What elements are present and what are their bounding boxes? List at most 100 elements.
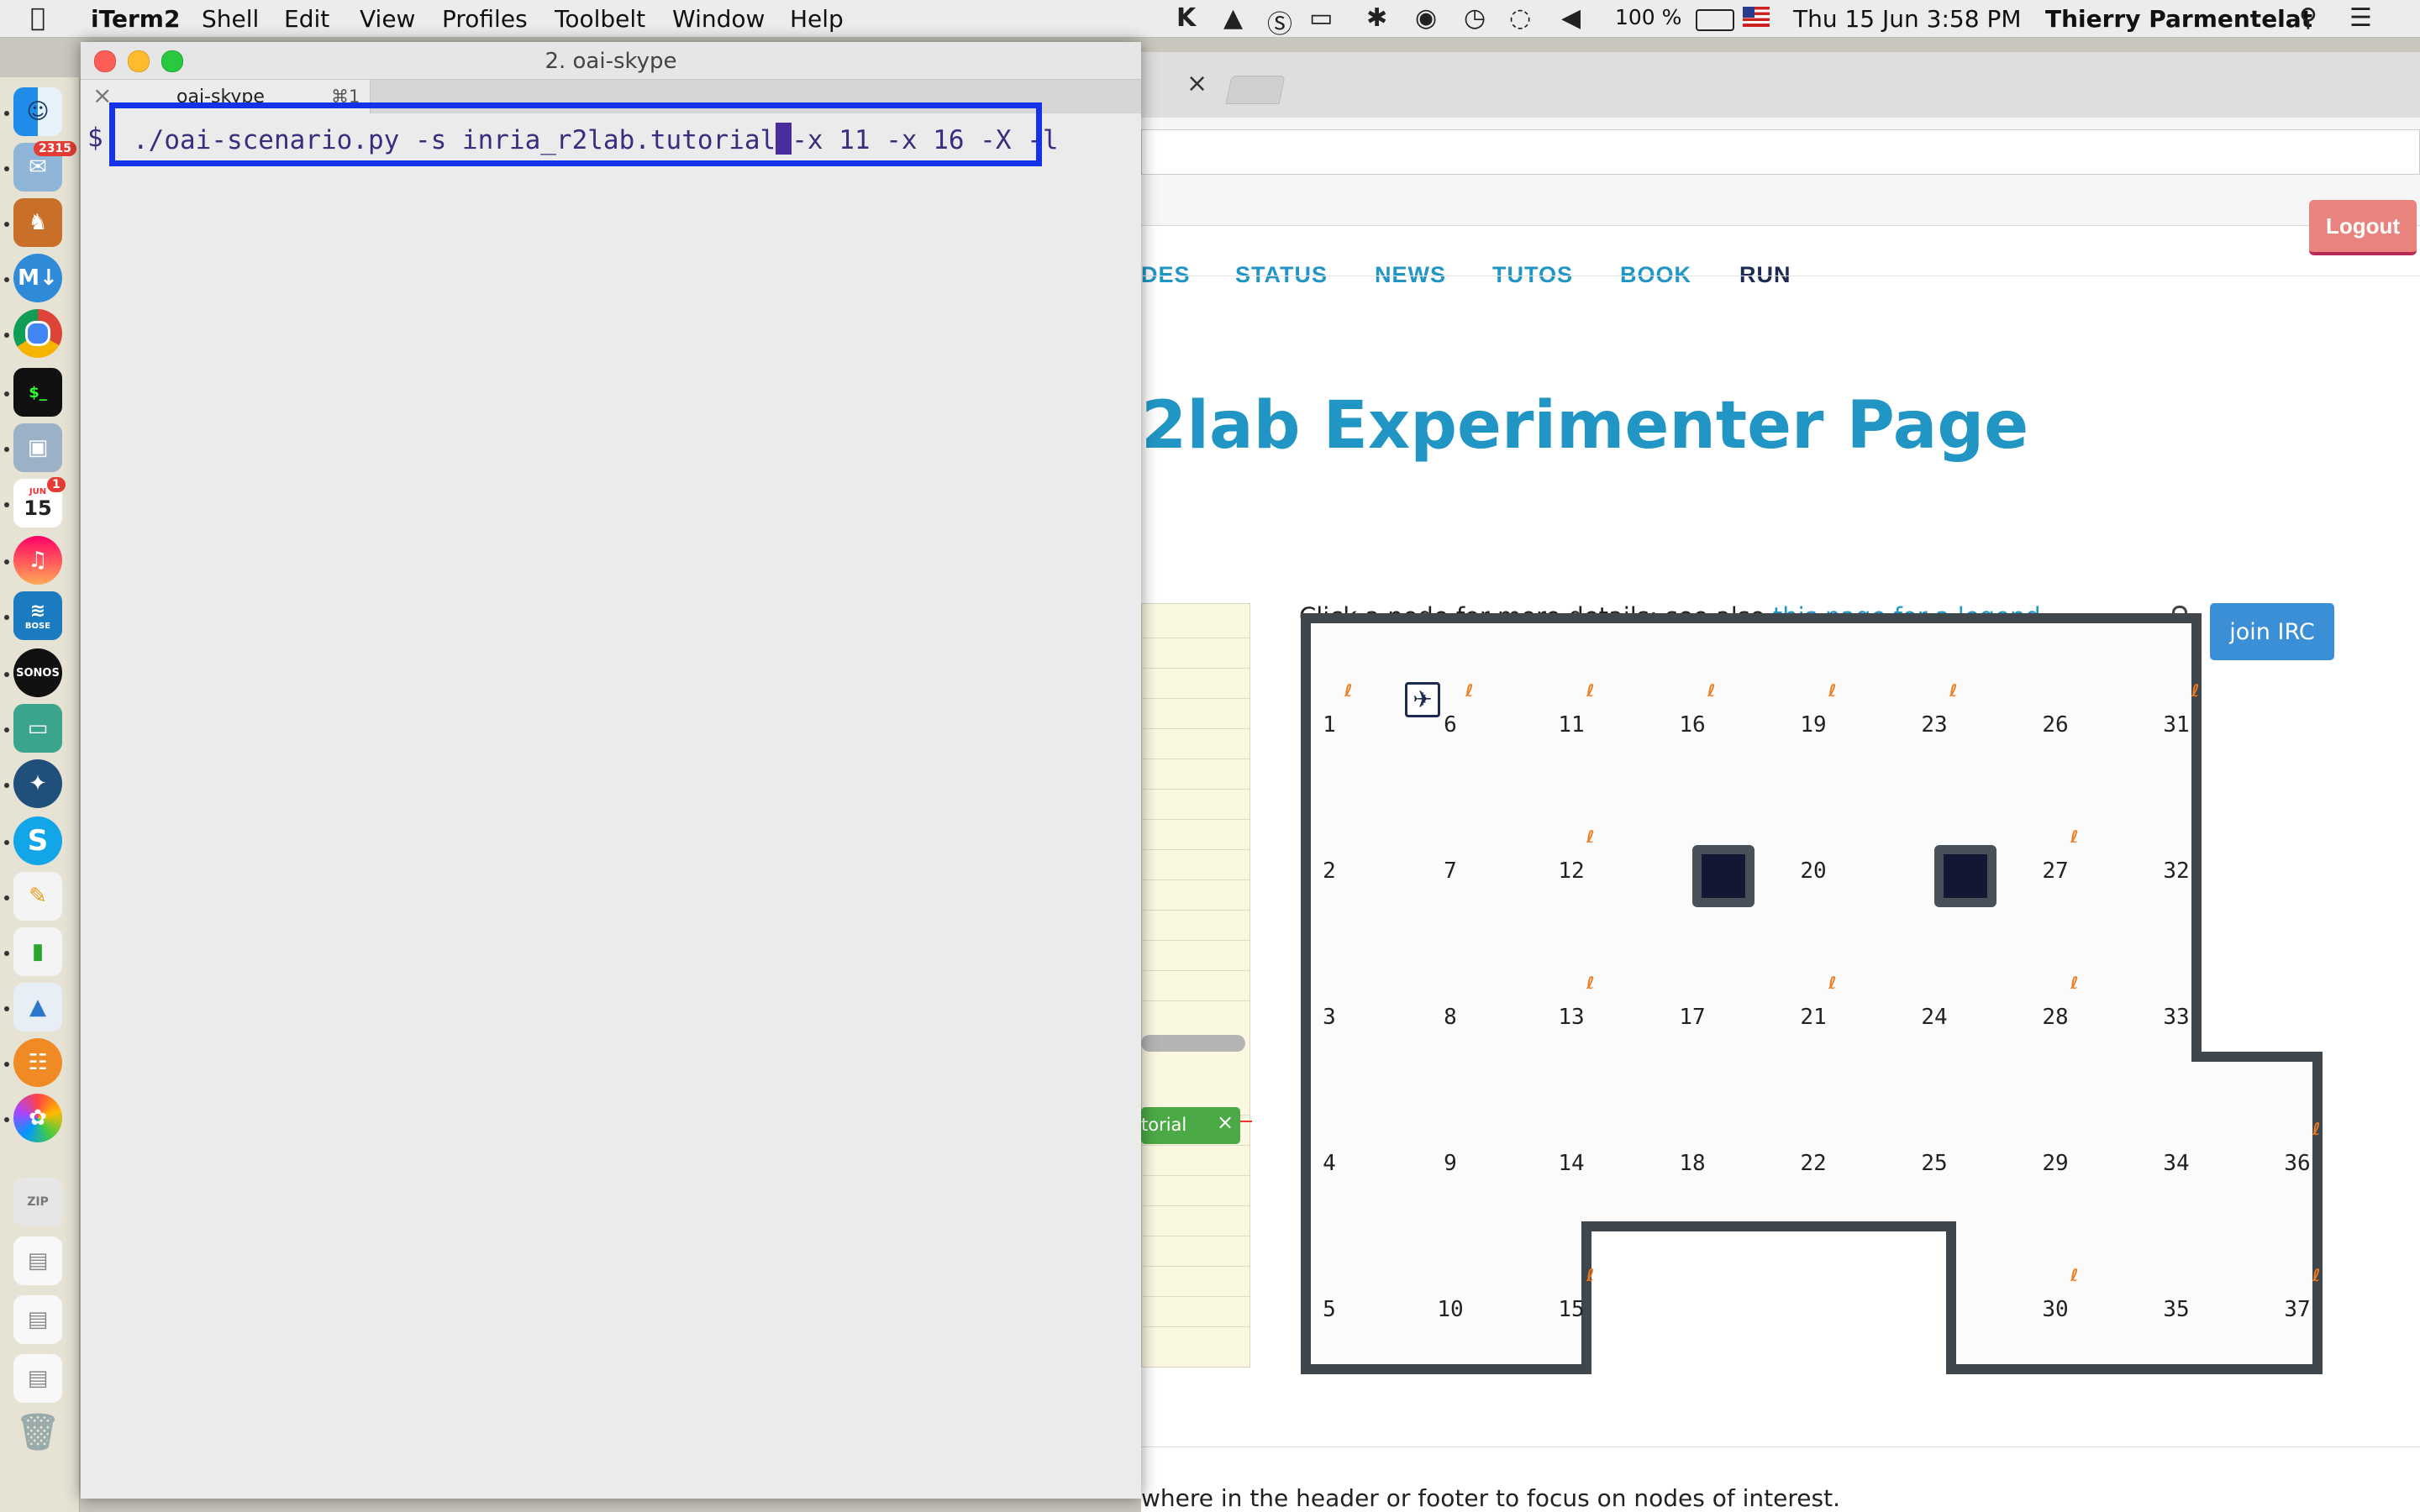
usrp-device-23[interactable] — [1934, 845, 1996, 907]
node-5[interactable]: 5 — [1304, 1297, 1355, 1322]
node-20[interactable]: 20 — [1788, 858, 1839, 884]
node-18[interactable]: 18 — [1667, 1151, 1718, 1176]
menu-edit[interactable]: Edit — [284, 5, 329, 33]
menu-profiles[interactable]: Profiles — [442, 5, 528, 33]
node-3[interactable]: 3 — [1304, 1005, 1355, 1030]
wifi-on-icon: ℓ — [1586, 680, 1595, 701]
new-tab-button[interactable] — [1225, 76, 1286, 104]
node-4[interactable]: 4 — [1304, 1151, 1355, 1176]
spotlight-search-icon[interactable]: ⚲ — [2299, 3, 2317, 33]
node-32[interactable]: 32 — [2151, 858, 2202, 884]
preview-icon[interactable]: ▣ — [13, 423, 62, 472]
finder-icon[interactable]: ☺ — [13, 87, 62, 136]
airplane-icon[interactable]: ✈ — [1405, 682, 1440, 717]
address-bar[interactable] — [1141, 129, 2420, 175]
node-30[interactable]: 30 — [2030, 1297, 2081, 1322]
markdown-icon[interactable]: M↓ — [13, 254, 62, 302]
close-tab-icon[interactable]: × — [1186, 69, 1207, 98]
node-8[interactable]: 8 — [1425, 1005, 1476, 1030]
wifi-on-icon: ℓ — [2312, 1119, 2321, 1139]
running-indicator — [4, 895, 9, 900]
wifi-icon[interactable]: ◌ — [1509, 3, 1531, 33]
sourcetree-icon[interactable]: ✦ — [13, 759, 62, 808]
google-drive-icon[interactable]: ▲ — [1223, 3, 1243, 33]
menu-window[interactable]: Window — [672, 5, 765, 33]
node-35[interactable]: 35 — [2151, 1297, 2202, 1322]
node-28[interactable]: 28 — [2030, 1005, 2081, 1030]
photos-icon[interactable]: ✿ — [13, 1094, 62, 1142]
running-indicator — [4, 951, 9, 956]
bose-icon[interactable]: ≋ BOSE — [13, 591, 62, 640]
node-11[interactable]: 11 — [1546, 712, 1597, 738]
bluetooth-icon[interactable]: ✱ — [1366, 3, 1387, 33]
node-25[interactable]: 25 — [1909, 1151, 1960, 1176]
time-machine-icon[interactable]: ◷ — [1464, 3, 1486, 33]
zotero-icon[interactable]: Ⓢ — [1267, 3, 1292, 40]
usrp-device-16[interactable] — [1692, 845, 1754, 907]
node-12[interactable]: 12 — [1546, 858, 1597, 884]
node-26[interactable]: 26 — [2030, 712, 2081, 738]
chrome-icon[interactable] — [13, 309, 62, 358]
screens-icon[interactable]: ▭ — [13, 704, 62, 753]
itunes-icon[interactable]: ♫ — [13, 536, 62, 585]
menu-app-name[interactable]: iTerm2 — [91, 5, 180, 33]
numbers-icon[interactable]: ▮ — [13, 927, 62, 976]
node-13[interactable]: 13 — [1546, 1005, 1597, 1030]
node-1[interactable]: 1 — [1304, 712, 1355, 738]
skype-icon[interactable]: S — [13, 816, 62, 865]
volume-icon[interactable]: ◀ — [1561, 3, 1581, 33]
menu-toolbelt[interactable]: Toolbelt — [555, 5, 645, 33]
keynote-icon[interactable]: ▲ — [13, 983, 62, 1032]
input-source-flag-icon[interactable] — [1743, 7, 1770, 27]
binoculars-icon[interactable]: ◉ — [1415, 3, 1437, 33]
node-27[interactable]: 27 — [2030, 858, 2081, 884]
node-23[interactable]: 23 — [1909, 712, 1960, 738]
node-37[interactable]: 37 — [2272, 1297, 2323, 1322]
airplay-icon[interactable]: ▭ — [1309, 3, 1333, 33]
ibooks-icon[interactable]: ☷ — [13, 1038, 62, 1087]
node-21[interactable]: 21 — [1788, 1005, 1839, 1030]
notification-center-icon[interactable]: ☰ — [2349, 3, 2372, 33]
iterm-title-bar[interactable]: 2. oai-skype — [81, 42, 1141, 80]
apple-icon[interactable]:  — [30, 3, 45, 33]
node-9[interactable]: 9 — [1425, 1151, 1476, 1176]
tutorial-tag[interactable]: torial × — [1141, 1107, 1240, 1144]
node-36[interactable]: 36 — [2272, 1151, 2323, 1176]
menu-user[interactable]: Thierry Parmentelat — [2045, 5, 2312, 33]
battery-icon[interactable] — [1696, 9, 1734, 31]
node-16[interactable]: 16 — [1667, 712, 1718, 738]
trash-icon[interactable]: 🗑 — [13, 1408, 62, 1457]
downloads-stack-icon[interactable]: ▤ — [13, 1354, 62, 1403]
menu-shell[interactable]: Shell — [202, 5, 259, 33]
menu-clock[interactable]: Thu 15 Jun 3:58 PM — [1793, 5, 2022, 33]
running-indicator — [4, 1117, 9, 1122]
screenshot-stack-icon[interactable]: ▤ — [13, 1295, 62, 1344]
node-15[interactable]: 15 — [1546, 1297, 1597, 1322]
footer-hint: where in the header or footer to focus o… — [1141, 1484, 1840, 1512]
node-22[interactable]: 22 — [1788, 1151, 1839, 1176]
node-7[interactable]: 7 — [1425, 858, 1476, 884]
node-31[interactable]: 31 — [2151, 712, 2202, 738]
node-10[interactable]: 10 — [1425, 1297, 1476, 1322]
gnu-icon[interactable]: ♞ — [13, 198, 62, 247]
node-19[interactable]: 19 — [1788, 712, 1839, 738]
iterm-icon[interactable]: $_ — [13, 368, 62, 417]
scroll-bar[interactable] — [1141, 1035, 1245, 1052]
node-24[interactable]: 24 — [1909, 1005, 1960, 1030]
menu-view[interactable]: View — [360, 5, 415, 33]
menu-help[interactable]: Help — [790, 5, 844, 33]
sonos-icon[interactable]: SONOS — [13, 648, 62, 697]
node-17[interactable]: 17 — [1667, 1005, 1718, 1030]
zip-file-icon[interactable]: ZIP — [13, 1178, 62, 1226]
tag-close-icon[interactable]: × — [1217, 1110, 1234, 1134]
document-stack-icon[interactable]: ▤ — [13, 1236, 62, 1285]
node-29[interactable]: 29 — [2030, 1151, 2081, 1176]
keyboard-maestro-icon[interactable]: K — [1176, 3, 1196, 33]
logout-button[interactable]: Logout — [2309, 200, 2417, 255]
node-2[interactable]: 2 — [1304, 858, 1355, 884]
running-indicator — [4, 783, 9, 788]
node-34[interactable]: 34 — [2151, 1151, 2202, 1176]
node-14[interactable]: 14 — [1546, 1151, 1597, 1176]
node-33[interactable]: 33 — [2151, 1005, 2202, 1030]
pages-icon[interactable]: ✎ — [13, 872, 62, 921]
